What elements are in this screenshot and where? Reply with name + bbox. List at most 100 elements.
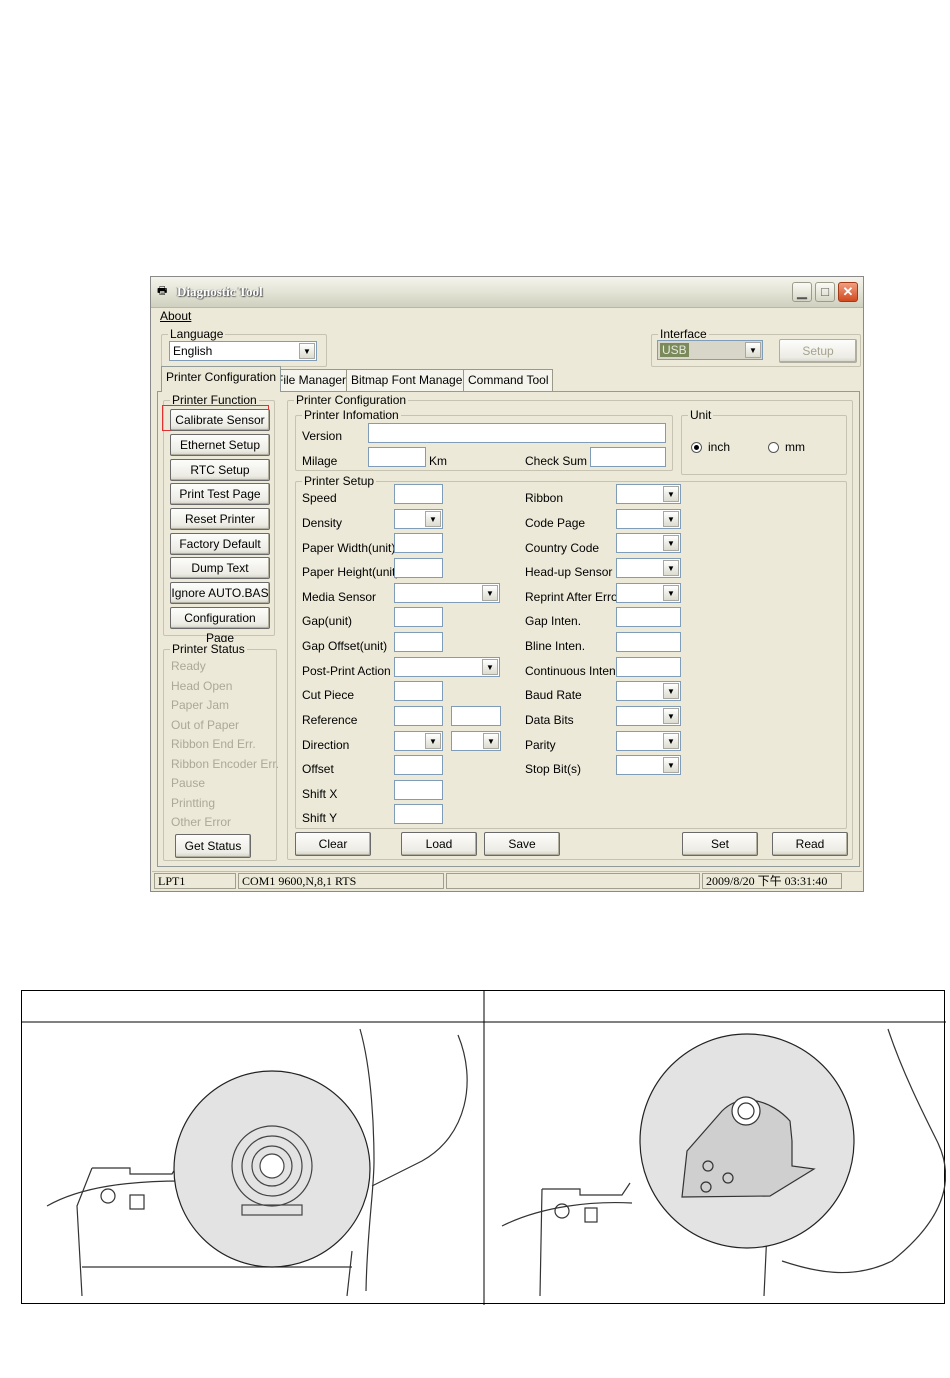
rtc-setup-button[interactable]: RTC Setup (170, 459, 270, 481)
status-other-error: Other Error (171, 815, 232, 829)
chevron-down-icon: ▼ (299, 343, 315, 359)
language-select[interactable]: English ▼ (169, 341, 317, 361)
maximize-icon: □ (821, 284, 829, 299)
reference-y-field[interactable] (451, 706, 501, 726)
check-sum-field[interactable] (590, 447, 666, 467)
mm-label: mm (785, 440, 805, 454)
status-printing: Printting (171, 796, 216, 810)
media-sensor-label: Media Sensor (302, 590, 377, 604)
status-bar: LPT1 COM1 9600,N,8,1 RTS 2009/8/20 下午 03… (152, 871, 862, 891)
paper-height-field[interactable] (394, 558, 443, 578)
shift-x-label: Shift X (302, 787, 338, 801)
language-value: English (173, 344, 213, 358)
printer-setup-legend: Printer Setup (302, 474, 377, 488)
tab-command-tool[interactable]: Command Tool (463, 369, 554, 391)
parity-select[interactable]: ▼ (616, 731, 681, 751)
country-code-select[interactable]: ▼ (616, 533, 681, 553)
interface-legend: Interface (658, 327, 709, 341)
tab-bitmap-font-manager[interactable]: Bitmap Font Manager (346, 369, 472, 391)
print-test-page-button[interactable]: Print Test Page (170, 483, 270, 505)
menu-about[interactable]: About (160, 309, 191, 323)
chevron-down-icon: ▼ (663, 560, 679, 576)
reference-x-field[interactable] (394, 706, 443, 726)
close-button[interactable]: ✕ (838, 282, 858, 302)
gap-field[interactable] (394, 607, 443, 627)
dump-text-button[interactable]: Dump Text (170, 557, 270, 579)
inch-label: inch (708, 440, 731, 454)
head-up-sensor-select[interactable]: ▼ (616, 558, 681, 578)
stop-bits-select[interactable]: ▼ (616, 755, 681, 775)
clear-button[interactable]: Clear (295, 832, 371, 856)
offset-field[interactable] (394, 755, 443, 775)
minimize-icon: ▁ (797, 284, 807, 299)
shift-y-label: Shift Y (302, 811, 338, 825)
printer-status-legend: Printer Status (170, 642, 247, 656)
status-paper-jam: Paper Jam (171, 698, 230, 712)
chevron-down-icon: ▼ (482, 585, 498, 601)
get-status-button[interactable]: Get Status (175, 834, 251, 858)
code-page-select[interactable]: ▼ (616, 509, 681, 529)
chevron-down-icon: ▼ (425, 511, 441, 527)
read-button[interactable]: Read (772, 832, 848, 856)
milage-field[interactable] (368, 447, 426, 467)
parity-label: Parity (525, 738, 556, 752)
printer-side-view-drawing (501, 1028, 946, 1297)
reference-label: Reference (302, 713, 358, 727)
tab-printer-configuration[interactable]: Printer Configuration (161, 366, 282, 392)
status-ribbon-encoder-err: Ribbon Encoder Err. (171, 757, 280, 771)
printer-illustrations (22, 991, 946, 1305)
direction-select[interactable]: ▼ (394, 731, 443, 751)
ethernet-setup-button[interactable]: Ethernet Setup (170, 434, 270, 456)
post-print-action-label: Post-Print Action (302, 664, 391, 678)
load-button[interactable]: Load (401, 832, 477, 856)
gap-offset-field[interactable] (394, 632, 443, 652)
media-sensor-select[interactable]: ▼ (394, 583, 500, 603)
factory-default-button[interactable]: Factory Default (170, 533, 270, 555)
baud-rate-select[interactable]: ▼ (616, 681, 681, 701)
calibrate-sensor-button[interactable]: Calibrate Sensor (170, 409, 270, 431)
status-port: LPT1 (154, 873, 236, 889)
status-ribbon-end-err: Ribbon End Err. (171, 737, 256, 751)
shift-y-field[interactable] (394, 804, 443, 824)
density-select[interactable]: ▼ (394, 509, 443, 529)
chevron-down-icon: ▼ (483, 733, 499, 749)
paper-width-field[interactable] (394, 533, 443, 553)
mm-radio[interactable] (768, 442, 779, 453)
title-bar[interactable]: 🖶 Diagnostic Tool ▁ □ ✕ (151, 277, 863, 308)
maximize-button[interactable]: □ (815, 282, 835, 302)
reset-printer-button[interactable]: Reset Printer (170, 508, 270, 530)
configuration-page-button[interactable]: Configuration Page (170, 607, 270, 645)
printer-front-view-drawing (46, 1028, 468, 1297)
chevron-down-icon: ▼ (482, 659, 498, 675)
save-button[interactable]: Save (484, 832, 560, 856)
setup-button[interactable]: Setup (779, 339, 857, 363)
speed-field[interactable] (394, 484, 443, 504)
minimize-button[interactable]: ▁ (792, 282, 812, 302)
bline-inten-field[interactable] (616, 632, 681, 652)
interface-select[interactable]: USB ▼ (657, 340, 763, 360)
offset-label: Offset (302, 762, 334, 776)
data-bits-label: Data Bits (525, 713, 574, 727)
country-code-label: Country Code (525, 541, 600, 555)
continuous-inten-label: Continuous Inten. (525, 664, 620, 678)
gap-inten-field[interactable] (616, 607, 681, 627)
unit-group: Unit (681, 408, 847, 475)
ribbon-select[interactable]: ▼ (616, 484, 681, 504)
mirror-select[interactable]: ▼ (451, 731, 501, 751)
ignore-auto-bas-button[interactable]: Ignore AUTO.BAS (170, 582, 270, 604)
chevron-down-icon: ▼ (663, 757, 679, 773)
post-print-action-select[interactable]: ▼ (394, 657, 500, 677)
cut-piece-field[interactable] (394, 681, 443, 701)
density-label: Density (302, 516, 343, 530)
shift-x-field[interactable] (394, 780, 443, 800)
set-button[interactable]: Set (682, 832, 758, 856)
interface-value: USB (660, 343, 689, 357)
continuous-inten-field[interactable] (616, 657, 681, 677)
reprint-after-error-select[interactable]: ▼ (616, 583, 681, 603)
inch-radio[interactable] (691, 442, 702, 453)
bline-inten-label: Bline Inten. (525, 639, 586, 653)
data-bits-select[interactable]: ▼ (616, 706, 681, 726)
tab-file-manager[interactable]: File Manager (271, 369, 352, 391)
status-com: COM1 9600,N,8,1 RTS (238, 873, 444, 889)
version-field[interactable] (368, 423, 666, 443)
